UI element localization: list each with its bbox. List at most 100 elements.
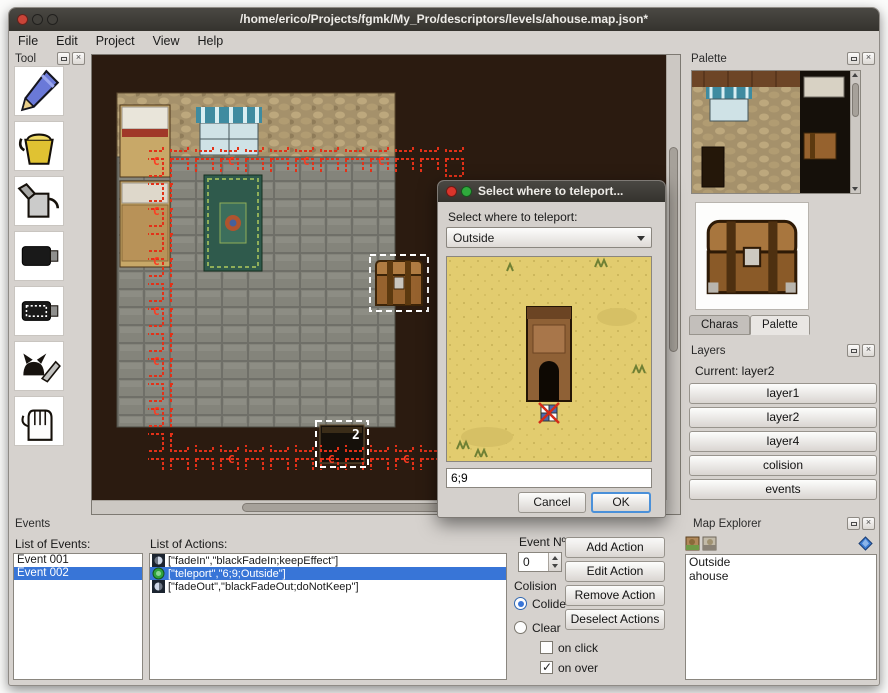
new-map-icon[interactable] [685, 536, 700, 551]
palette-scrollbar[interactable] [850, 71, 860, 193]
list-item[interactable]: Event 001 [14, 554, 142, 567]
maximize-window-icon[interactable] [47, 14, 58, 25]
spinner-buttons[interactable] [548, 553, 561, 571]
palette-dock-title: Palette [691, 53, 727, 65]
close-window-icon[interactable] [17, 14, 28, 25]
remove-action-button[interactable]: Remove Action [565, 585, 665, 606]
clear-radio[interactable] [514, 621, 527, 634]
events-dock-title: Events [15, 518, 50, 530]
teleport-target-marker [539, 403, 559, 423]
tileset-gem-icon[interactable] [858, 536, 873, 551]
actions-list[interactable]: ["fadeIn","blackFadeIn;keepEffect"] ["te… [149, 553, 507, 680]
svg-text:C: C [228, 453, 235, 466]
deselect-actions-button[interactable]: Deselect Actions [565, 609, 665, 630]
list-item[interactable]: ["fadeIn","blackFadeIn;keepEffect"] [150, 554, 506, 567]
svg-text:C: C [153, 155, 160, 168]
map-explorer-list[interactable]: Outside ahouse [685, 554, 877, 680]
dialog-close-icon[interactable] [446, 186, 457, 197]
tower-structure [527, 307, 571, 401]
titlebar[interactable]: /home/erico/Projects/fgmk/My_Pro/descrip… [9, 8, 879, 31]
fade-icon [152, 580, 165, 593]
svg-text:C: C [403, 453, 410, 466]
dialog-maximize-icon[interactable] [461, 186, 472, 197]
teleport-icon [152, 567, 165, 580]
on-over-checkbox[interactable] [540, 661, 553, 674]
list-item[interactable]: ["fadeOut","blackFadeOut;doNotKeep"] [150, 580, 506, 593]
colide-radio[interactable] [514, 597, 527, 610]
palette-dock-close-icon[interactable]: × [862, 52, 875, 65]
svg-text:C: C [378, 155, 385, 168]
minimize-window-icon[interactable] [32, 14, 43, 25]
charas-tool[interactable] [14, 341, 64, 391]
stamp-tool[interactable] [14, 286, 64, 336]
map-explorer-close-icon[interactable]: × [862, 517, 875, 530]
menu-file[interactable]: File [9, 31, 47, 52]
menu-edit[interactable]: Edit [47, 31, 87, 52]
map-folder-icon[interactable] [702, 536, 717, 551]
list-item[interactable]: ["teleport","6;9;Outside"] [150, 567, 506, 580]
layers-dock-close-icon[interactable]: × [862, 344, 875, 357]
combobox-value: Outside [453, 231, 494, 245]
pan-hand-tool[interactable] [14, 396, 64, 446]
svg-text:C: C [153, 305, 160, 318]
list-item[interactable]: ahouse [686, 569, 876, 583]
on-click-label[interactable]: on click [558, 641, 598, 655]
colide-radio-label[interactable]: Colide [532, 597, 566, 611]
tileset-palette[interactable] [691, 70, 861, 194]
layer2-button[interactable]: layer2 [689, 407, 877, 428]
menu-view[interactable]: View [144, 31, 189, 52]
menu-help[interactable]: Help [188, 31, 232, 52]
scrollbar-corner [666, 500, 680, 514]
canvas-vertical-scrollbar-thumb[interactable] [669, 147, 678, 352]
dialog-title: Select where to teleport... [478, 184, 623, 198]
destination-map-preview[interactable] [446, 256, 652, 462]
tool-dock-title: Tool [15, 53, 36, 65]
events-button[interactable]: events [689, 479, 877, 500]
chest-tile [376, 261, 422, 305]
palette-dock-float-icon[interactable] [847, 52, 860, 65]
hand-icon [15, 397, 63, 445]
layer1-button[interactable]: layer1 [689, 383, 877, 404]
on-click-checkbox[interactable] [540, 641, 553, 654]
map-explorer-dock-title: Map Explorer [693, 518, 761, 530]
map-explorer-float-icon[interactable] [847, 517, 860, 530]
list-of-events-label: List of Events: [15, 537, 90, 551]
palette-scrollbar-thumb[interactable] [852, 83, 859, 117]
canvas-vertical-scrollbar[interactable] [666, 55, 680, 502]
cancel-button[interactable]: Cancel [518, 492, 586, 513]
svg-text:C: C [153, 355, 160, 368]
list-item[interactable]: Event 002 [14, 567, 142, 580]
tab-charas[interactable]: Charas [689, 315, 750, 335]
on-over-label[interactable]: on over [558, 661, 598, 675]
marker-tool[interactable] [14, 231, 64, 281]
edit-action-button[interactable]: Edit Action [565, 561, 665, 582]
layers-dock-float-icon[interactable] [847, 344, 860, 357]
svg-text:C: C [153, 255, 160, 268]
teleport-label: Select where to teleport: [448, 210, 577, 224]
pencil-icon [15, 67, 63, 115]
tool-dock-float-icon[interactable] [57, 52, 70, 65]
destination-combobox[interactable]: Outside [446, 227, 652, 248]
event-no-label: Event Nº [519, 535, 566, 549]
position-input[interactable] [446, 468, 652, 488]
tool-dock-close-icon[interactable]: × [72, 52, 85, 65]
scroll-down-icon[interactable] [852, 187, 858, 191]
bucket-fill-tool[interactable] [14, 121, 64, 171]
scroll-up-icon[interactable] [852, 73, 858, 77]
event-number-marker: 2 [352, 428, 360, 443]
tab-palette[interactable]: Palette [750, 315, 810, 335]
colision-label: Colision [514, 579, 557, 593]
paint-pour-tool[interactable] [14, 176, 64, 226]
events-list[interactable]: Event 001 Event 002 [13, 553, 143, 680]
clear-radio-label[interactable]: Clear [532, 621, 561, 635]
colision-button[interactable]: colision [689, 455, 877, 476]
dialog-titlebar[interactable]: Select where to teleport... [438, 181, 665, 202]
add-action-button[interactable]: Add Action [565, 537, 665, 558]
list-item[interactable]: Outside [686, 555, 876, 569]
layer4-button[interactable]: layer4 [689, 431, 877, 452]
menu-project[interactable]: Project [87, 31, 144, 52]
ok-button[interactable]: OK [591, 492, 651, 513]
pencil-tool[interactable] [14, 66, 64, 116]
chest-preview [696, 203, 808, 309]
event-no-spinner[interactable]: 0 [518, 552, 562, 572]
